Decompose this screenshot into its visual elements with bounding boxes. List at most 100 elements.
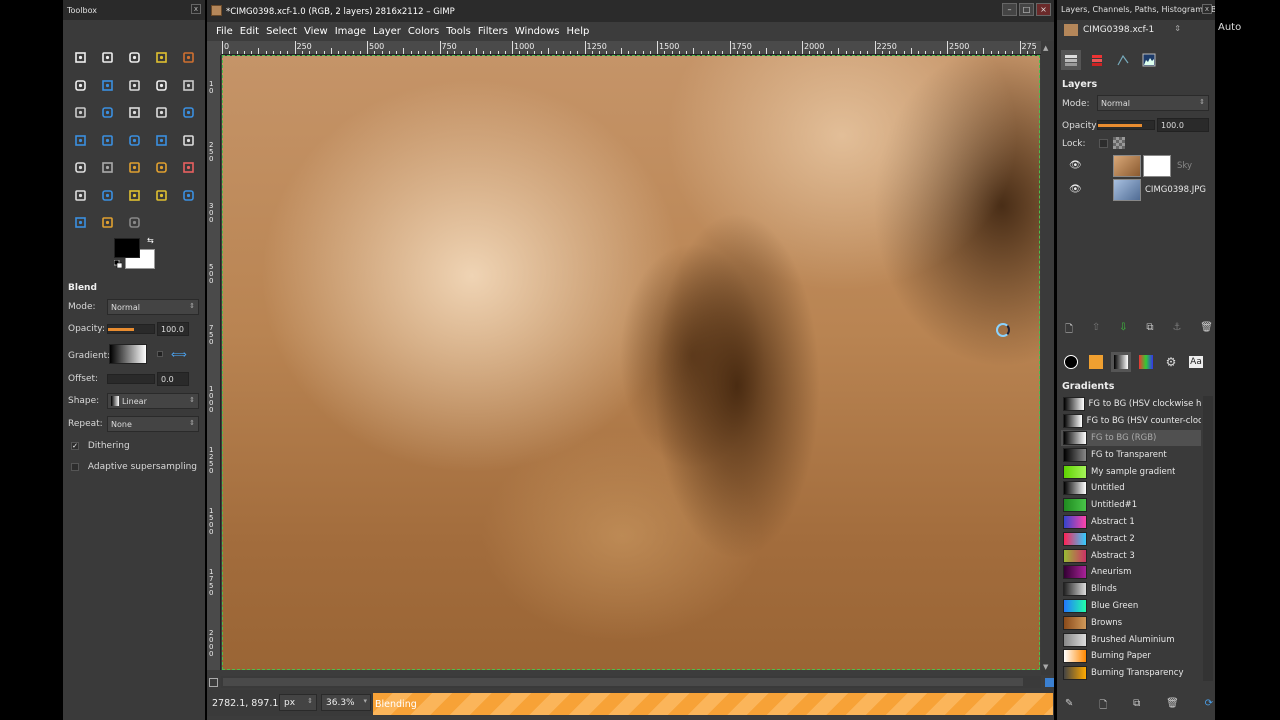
horizontal-scroll-thumb[interactable] [223, 678, 1023, 686]
repeat-select[interactable]: None ⇕ [107, 416, 199, 432]
minimize-button[interactable]: – [1002, 3, 1017, 16]
vertical-scrollbar[interactable]: ▲ ▼ [1041, 41, 1054, 675]
zoom-icon[interactable] [175, 72, 202, 100]
maximize-button[interactable]: □ [1019, 3, 1034, 16]
menu-edit[interactable]: Edit [237, 22, 263, 41]
vertical-ruler[interactable]: 1 0 2 5 0 3 0 0 5 0 0 7 5 0 1 0 0 0 1 2 5 0 1 5… [207, 55, 221, 670]
tab-channels[interactable] [1087, 50, 1107, 70]
gradient-item[interactable]: Abstract 3 [1061, 547, 1201, 564]
tab-palettes[interactable] [1136, 352, 1156, 372]
move-icon[interactable] [94, 99, 121, 127]
menu-file[interactable]: File [213, 22, 237, 41]
gradient-item[interactable]: Blue Green [1061, 598, 1201, 615]
lock-pixels-checkbox[interactable] [1099, 139, 1108, 148]
gradient-item[interactable]: Untitled#1 [1061, 497, 1201, 514]
gradient-item[interactable]: Brushed Aluminium [1061, 631, 1201, 648]
menu-image[interactable]: Image [332, 22, 370, 41]
foreground-select-icon[interactable] [94, 72, 121, 100]
scroll-up-icon[interactable]: ▲ [1043, 44, 1048, 52]
offset-slider[interactable] [107, 374, 155, 384]
tab-gradients[interactable] [1111, 352, 1131, 372]
eraser-icon[interactable] [175, 154, 202, 182]
duplicate-gradient-icon[interactable]: ⧉ [1133, 698, 1140, 715]
scissors-icon[interactable] [67, 72, 94, 100]
select-by-color-icon[interactable] [175, 44, 202, 72]
crop-icon[interactable] [148, 99, 175, 127]
dodge-burn-icon[interactable] [121, 209, 148, 237]
tab-tool-presets[interactable]: ⚙ [1161, 352, 1181, 372]
reset-colors-icon[interactable] [114, 260, 122, 268]
gradient-item[interactable]: Aneurism [1061, 564, 1201, 581]
ellipse-select-icon[interactable] [94, 44, 121, 72]
horizontal-scrollbar[interactable] [221, 676, 1041, 688]
gradient-item[interactable]: Abstract 2 [1061, 530, 1201, 547]
scroll-down-icon[interactable]: ▼ [1043, 663, 1048, 671]
menu-layer[interactable]: Layer [370, 22, 405, 41]
heal-icon[interactable] [148, 182, 175, 210]
menu-colors[interactable]: Colors [405, 22, 443, 41]
swap-colors-icon[interactable]: ⇆ [147, 236, 154, 245]
tab-brushes[interactable] [1061, 352, 1081, 372]
gradient-list-scrollbar[interactable] [1203, 396, 1213, 681]
adaptive-supersampling-checkbox[interactable]: Adaptive supersampling [71, 462, 197, 472]
mode-select[interactable]: Normal ⇕ [107, 299, 199, 315]
tab-fonts[interactable]: Aa [1186, 352, 1206, 372]
gradient-item[interactable]: FG to BG (RGB) [1061, 429, 1201, 447]
opacity-spin[interactable]: 100.0 [157, 322, 189, 336]
unit-select[interactable]: px ⇕ [279, 694, 317, 711]
close-button[interactable]: × [1036, 3, 1051, 16]
clone-icon[interactable] [121, 182, 148, 210]
free-select-icon[interactable] [121, 44, 148, 72]
menu-windows[interactable]: Windows [512, 22, 564, 41]
color-picker-icon[interactable] [148, 72, 175, 100]
gradient-item[interactable]: FG to BG (HSV counter-clockwise) [1061, 413, 1201, 430]
delete-layer-icon[interactable]: 🗑 [1200, 322, 1213, 339]
layer-opacity-spin[interactable]: 100.0 [1157, 118, 1209, 132]
tab-patterns[interactable] [1086, 352, 1106, 372]
pencil-icon[interactable] [121, 154, 148, 182]
edit-gradient-icon[interactable]: ✎ [1065, 698, 1073, 715]
eye-icon[interactable]: 👁 [1069, 184, 1082, 195]
tab-histogram[interactable] [1139, 50, 1159, 70]
gradient-preview[interactable] [109, 344, 147, 364]
measure-icon[interactable] [67, 99, 94, 127]
tab-paths[interactable] [1113, 50, 1133, 70]
perspective-icon[interactable] [121, 127, 148, 155]
gradient-item[interactable]: Burning Paper [1061, 648, 1201, 665]
zoom-select[interactable]: 36.3% ▾ [321, 694, 371, 711]
dock-close-button[interactable]: x [1202, 4, 1212, 14]
lower-layer-icon[interactable]: ⇩ [1119, 322, 1127, 339]
text-icon[interactable] [175, 127, 202, 155]
layer-mask-thumbnail[interactable] [1143, 155, 1171, 177]
rect-select-icon[interactable] [67, 44, 94, 72]
gradient-item[interactable]: Blinds [1061, 581, 1201, 598]
foreground-color-swatch[interactable] [114, 238, 140, 258]
delete-gradient-icon[interactable]: 🗑 [1166, 698, 1179, 715]
layer-mode-select[interactable]: Normal ⇕ [1097, 95, 1209, 111]
smudge-icon[interactable] [94, 209, 121, 237]
blur-icon[interactable] [67, 209, 94, 237]
gradient-item[interactable]: Burning Transparency [1061, 665, 1201, 682]
dithering-checkbox[interactable]: ✓ Dithering [71, 441, 130, 451]
menu-help[interactable]: Help [564, 22, 594, 41]
navigate-icon[interactable] [1045, 678, 1054, 687]
shear-icon[interactable] [94, 127, 121, 155]
eye-icon[interactable]: 👁 [1069, 160, 1082, 171]
tab-layers[interactable] [1061, 50, 1081, 70]
gradient-item[interactable]: FG to Transparent [1061, 446, 1201, 463]
bucket-fill-icon[interactable] [67, 154, 94, 182]
fuzzy-select-icon[interactable] [148, 44, 175, 72]
anchor-layer-icon[interactable]: ⚓ [1172, 322, 1181, 339]
auto-button[interactable]: Auto [1218, 22, 1241, 33]
reverse-gradient-icon[interactable] [157, 351, 163, 357]
gradient-item[interactable]: Abstract 1 [1061, 514, 1201, 531]
menu-select[interactable]: Select [263, 22, 301, 41]
gradient-item[interactable]: FG to BG (HSV clockwise hue) [1061, 396, 1201, 413]
blend-icon[interactable] [94, 154, 121, 182]
paths-icon[interactable] [121, 72, 148, 100]
opacity-slider[interactable] [107, 324, 155, 334]
new-gradient-icon[interactable]: 🗋 [1099, 698, 1107, 715]
menu-view[interactable]: View [301, 22, 332, 41]
flip-icon[interactable] [148, 127, 175, 155]
shape-select[interactable]: Linear ⇕ [107, 393, 199, 409]
